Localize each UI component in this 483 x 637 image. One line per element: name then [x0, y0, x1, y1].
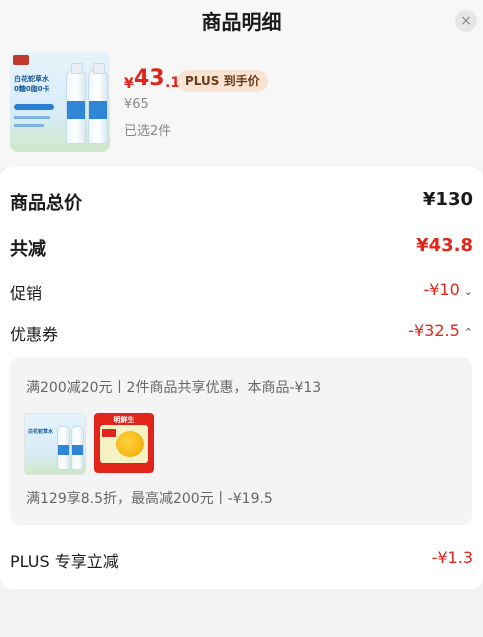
- plus-price-badge: PLUS 到手价: [177, 70, 268, 92]
- product-header: 商品明细 × 白花蛇草水 0糖0脂0卡 ¥ 43 .1 PLUS 到手价 ¥65…: [0, 0, 483, 167]
- coupon-value: -¥32.5: [408, 321, 460, 340]
- price-integer: 43: [134, 66, 165, 91]
- mango-image: [116, 431, 144, 457]
- total-value: ¥130: [422, 189, 473, 210]
- page-title: 商品明细: [201, 10, 282, 34]
- brand-logo-icon: [13, 55, 29, 65]
- mini-thumb-text: 白花蛇草水: [28, 429, 54, 435]
- coupon-details: 满200减20元丨2件商品共享优惠，本商品-¥13 白花蛇草水 明鲜生 满129…: [10, 357, 472, 525]
- original-price: ¥65: [124, 97, 149, 112]
- snack-product-thumb: 明鲜生: [94, 413, 154, 473]
- coupon-detail-2: 满129享8.5折，最高减200元丨-¥19.5: [26, 491, 273, 507]
- coupon-detail-1: 满200减20元丨2件商品共享优惠，本商品-¥13: [26, 380, 322, 396]
- bottle-image: [66, 63, 86, 144]
- promo-label: 促销: [10, 284, 43, 303]
- chevron-down-icon: ⌄: [463, 285, 473, 298]
- thumb-text-line2: 0糖0脂0卡: [14, 85, 50, 93]
- thumb-text-line1: 白花蛇草水: [14, 75, 49, 83]
- reduce-value: ¥43.8: [416, 235, 473, 256]
- selected-count: 已选2件: [124, 124, 172, 139]
- price-breakdown-card: 商品总价 ¥130 共减 ¥43.8 促销 -¥10 ⌄ 优惠券 -¥32.5 ⌃ …: [0, 167, 483, 589]
- product-thumbnail[interactable]: 白花蛇草水 0糖0脂0卡: [10, 52, 110, 152]
- coupon-label: 优惠券: [10, 325, 59, 344]
- snack-tag: [102, 429, 116, 437]
- chevron-up-icon: ⌃: [463, 326, 473, 339]
- thumb-line: [14, 124, 44, 127]
- promo-value-wrap[interactable]: -¥10 ⌄: [423, 280, 473, 299]
- reduce-label: 共减: [10, 239, 46, 260]
- total-label: 商品总价: [10, 193, 82, 214]
- plus-label: PLUS 专享立减: [10, 552, 119, 571]
- promo-value: -¥10: [423, 280, 460, 299]
- water-product-thumb: 白花蛇草水: [24, 413, 86, 475]
- coupon-value-wrap[interactable]: -¥32.5 ⌃: [408, 321, 473, 340]
- close-icon[interactable]: ×: [455, 10, 477, 32]
- plus-value: -¥1.3: [431, 548, 473, 567]
- bottle-image: [88, 63, 108, 144]
- price-symbol: ¥: [124, 76, 134, 92]
- snack-brand: 明鲜生: [113, 416, 135, 424]
- thumb-pill: [14, 104, 54, 110]
- thumb-line: [14, 116, 50, 119]
